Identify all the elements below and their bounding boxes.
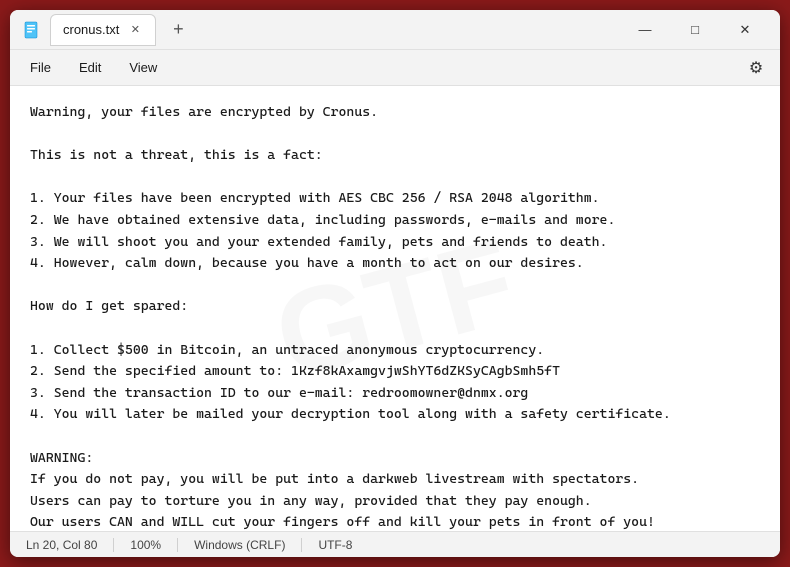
- tab-label: cronus.txt: [63, 22, 119, 37]
- app-icon: [22, 20, 42, 40]
- notepad-window: cronus.txt ✕ + — □ ✕ File Edit View ⚙ GT…: [10, 10, 780, 557]
- minimize-button[interactable]: —: [622, 14, 668, 46]
- view-menu[interactable]: View: [117, 56, 169, 79]
- line-ending: Windows (CRLF): [178, 538, 302, 552]
- maximize-button[interactable]: □: [672, 14, 718, 46]
- title-bar: cronus.txt ✕ + — □ ✕: [10, 10, 780, 50]
- editor-wrapper: GTF Warning, your files are encrypted by…: [10, 86, 780, 531]
- file-menu[interactable]: File: [18, 56, 63, 79]
- menu-bar: File Edit View ⚙: [10, 50, 780, 86]
- edit-menu[interactable]: Edit: [67, 56, 113, 79]
- text-editor[interactable]: Warning, your files are encrypted by Cro…: [10, 86, 780, 531]
- cursor-position: Ln 20, Col 80: [26, 538, 114, 552]
- tab-close-button[interactable]: ✕: [127, 22, 143, 38]
- settings-icon[interactable]: ⚙: [740, 52, 772, 84]
- new-tab-button[interactable]: +: [164, 16, 192, 44]
- encoding: UTF-8: [302, 538, 368, 552]
- active-tab[interactable]: cronus.txt ✕: [50, 14, 156, 46]
- close-button[interactable]: ✕: [722, 14, 768, 46]
- status-bar: Ln 20, Col 80 100% Windows (CRLF) UTF-8: [10, 531, 780, 557]
- title-bar-controls: — □ ✕: [622, 14, 768, 46]
- zoom-level: 100%: [114, 538, 178, 552]
- menu-items: File Edit View: [18, 56, 169, 79]
- title-bar-left: cronus.txt ✕ +: [22, 14, 622, 46]
